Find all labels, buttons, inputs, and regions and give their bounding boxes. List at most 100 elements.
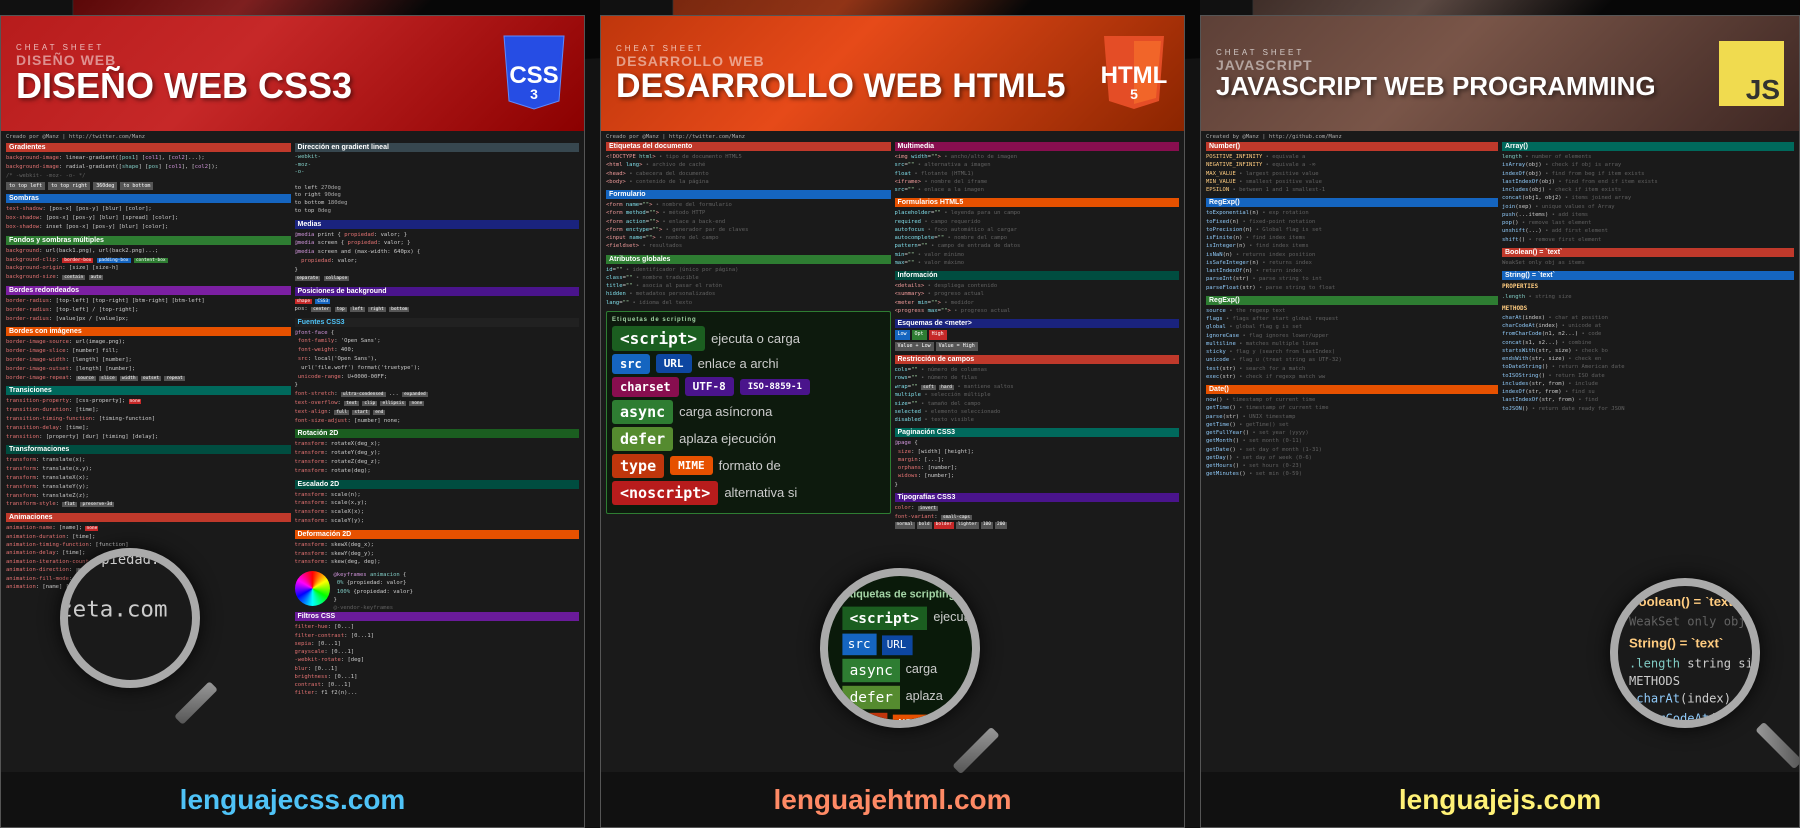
color-wheel [295,571,330,606]
css-scale-section: Escalado 2D transform: scale(n); transfo… [295,480,580,526]
html-form-title: Formulario [606,190,891,199]
noscript-tag: <noscript> [612,481,718,505]
html-form-section: Formulario <form name=""> • nombre del f… [606,190,891,251]
html-cheat-label: CHEAT SHEET [616,44,1066,53]
html-typo-section: Tipografías CSS3 color: invert font-vari… [895,493,1180,529]
css-panel: CHEAT SHEET DISEÑO WEB CSS background-im… [0,0,600,828]
css-border-img-section: Bordes con imágenes border-image-source:… [6,327,291,382]
defer-row: defer aplaza ejecución [612,427,885,451]
css-media-title: Medias [295,220,580,229]
js-date-section: Date() now() • timestamp of current time… [1206,385,1498,479]
js-header-bg: CHEAT SHEET JAVASCRIPT JAVASCRIPT WEB PR… [1201,16,1799,131]
js-col-left: Number() POSITIVE_INFINITY • equivale a … [1206,142,1498,772]
css-filters-title: Filtros CSS [295,612,580,621]
js-magnify-glass: Boolean() = `text` WeakSet only obj as i… [1610,578,1760,728]
js-footer: LenguajeJS.com [1201,772,1799,827]
html-form-fields-section: Formularios HTML5 placeholder="" • leyen… [895,198,1180,267]
svg-text:5: 5 [1130,86,1138,102]
css-rotation-title: Rotación 2D [295,429,580,438]
css-transitions-section: Transiciones transition-property: [css-p… [6,386,291,441]
url-label: URL [656,354,692,373]
css-magnify-glass: @keyframes animacion { 0% { propiedad: v… [60,548,200,688]
utf8-label: UTF-8 [685,377,734,396]
js-boolean-section: Boolean() = `text` WeakSet only obj as i… [1502,248,1794,267]
type-row: type MIME formato de [612,454,885,478]
css-header: CHEAT SHEET DISEÑO WEB DISEÑO WEB CSS3 C… [1,16,584,131]
css-skew-section: Deformación 2D transform: skewX(deg_x); … [295,530,580,567]
css-footer: LenguajeCSS.com [1,772,584,827]
js-cheat-label: CHEAT SHEET [1216,48,1656,57]
js-regexp-section: RegExp() source • the regexp text flags … [1206,296,1498,381]
css-transforms-title: Transformaciones [6,445,291,454]
html-title-large: DESARROLLO WEB HTML5 [616,69,1066,103]
js-logo-text: JS [1742,74,1784,106]
iso-label: ISO-8859-1 [740,379,810,395]
html-global-attrs-title: Atributos globales [606,255,891,264]
css-creator: Creado por @Manz | http://twitter.com/Ma… [6,134,579,140]
css-fonts-title: Fuentes CSS3 [295,318,580,327]
src-attr: src [612,354,650,374]
css-filters-section: Filtros CSS filter-hue: [0...] filter-co… [295,612,580,697]
async-attr: async [612,400,673,424]
css-front-panel: CHEAT SHEET DISEÑO WEB DISEÑO WEB CSS3 C… [0,15,585,828]
html-info-title: Información [895,271,1180,280]
js-string-title: String() = `text` [1502,271,1794,280]
html-meter-section: Esquemas de <meter> Low Opt High Value +… [895,319,1180,351]
css-header-bg: CHEAT SHEET DISEÑO WEB DISEÑO WEB CSS3 C… [1,16,584,131]
js-math-title: RegExp() [1206,198,1498,207]
html-info-section: Información <details> • despliega conten… [895,271,1180,315]
js-footer-url: LenguajeJS.com [1399,784,1601,816]
css-transitions-title: Transiciones [6,386,291,395]
html-field-restrict-title: Restricción de campos [895,355,1180,364]
html-meter-title: Esquemas de <meter> [895,319,1180,328]
type-attr: type [612,454,664,478]
svg-text:HTML: HTML [1101,62,1168,89]
charset-attr: charset [612,377,679,397]
async-row: async carga asíncrona [612,400,885,424]
html-scripting-section: Etiquetas de scripting <script> ejecuta … [606,311,891,514]
link-label: enlace a archi [698,356,779,371]
html-global-attrs-section: Atributos globales id="" • identificador… [606,255,891,307]
js-header: CHEAT SHEET JAVASCRIPT JAVASCRIPT WEB PR… [1201,16,1799,131]
css-transforms-section: Transformaciones transform: translate(x)… [6,445,291,509]
js-logo: JS [1719,41,1784,106]
html-header-bg: CHEAT SHEET DESARROLLO WEB DESARROLLO WE… [601,16,1184,131]
main-container: CHEAT SHEET DISEÑO WEB CSS background-im… [0,0,1800,828]
css-skew-title: Deformación 2D [295,530,580,539]
html-doc-tags-title: Etiquetas del documento [606,142,891,151]
css-col-right: Dirección en gradient lineal -webkit- -m… [295,143,580,772]
noscript-row: <noscript> alternativa si [612,481,885,505]
css-rounded-title: Bordes redondeados [6,286,291,295]
html-form-fields-title: Formularios HTML5 [895,198,1180,207]
js-panel: CHEAT SHEET JAVASCRIPT WEB PROG CHEAT SH… [1200,0,1800,828]
js-array-section: Array() length • number of elements isAr… [1502,142,1794,244]
svg-text:3: 3 [530,86,538,102]
html-multimedia-title: Multimedia [895,142,1180,151]
html-field-restrict-section: Restricción de campos cols="" • número d… [895,355,1180,424]
css-border-img-title: Bordes con imágenes [6,327,291,336]
html-doc-tags-section: Etiquetas del documento <!DOCTYPE html> … [606,142,891,186]
js-regexp-title: RegExp() [1206,296,1498,305]
html-header: CHEAT SHEET DESARROLLO WEB DESARROLLO WE… [601,16,1184,131]
html-magnify-glass: Etiquetas de scripting <script> ejecuta … [820,568,980,728]
defer-desc: aplaza ejecución [679,431,776,446]
html-footer: LenguajeHTML.com [601,772,1184,827]
css-gradients-section: Gradientes background-image: linear-grad… [6,143,291,190]
js-number-section: Number() POSITIVE_INFINITY • equivale a … [1206,142,1498,194]
script-tag: <script> [612,326,705,351]
js-title-large: JAVASCRIPT WEB PROGRAMMING [1216,73,1656,99]
css-fonts-section: Fuentes CSS3 @font-face { font-family: '… [295,318,580,426]
css-positions-title: Posiciones de background [295,287,580,296]
defer-attr: defer [612,427,673,451]
charset-row: charset UTF-8 ISO-8859-1 [612,377,885,397]
js-date-title: Date() [1206,385,1498,394]
css-title-large: DISEÑO WEB CSS3 [16,68,352,104]
script-tag-row: <script> ejecuta o carga [612,326,885,351]
html-title-area: CHEAT SHEET DESARROLLO WEB DESARROLLO WE… [616,44,1066,103]
css-positions-section: Posiciones de background shape CSS3 pos:… [295,287,580,313]
js-boolean-title: Boolean() = `text` [1502,248,1794,257]
noscript-desc: alternativa si [724,485,797,500]
css-multi-bg-section: Fondos y sombras múltiples background: u… [6,236,291,282]
mime-desc: formato de [719,458,781,473]
css-direction-title: Dirección en gradient lineal [295,143,580,152]
